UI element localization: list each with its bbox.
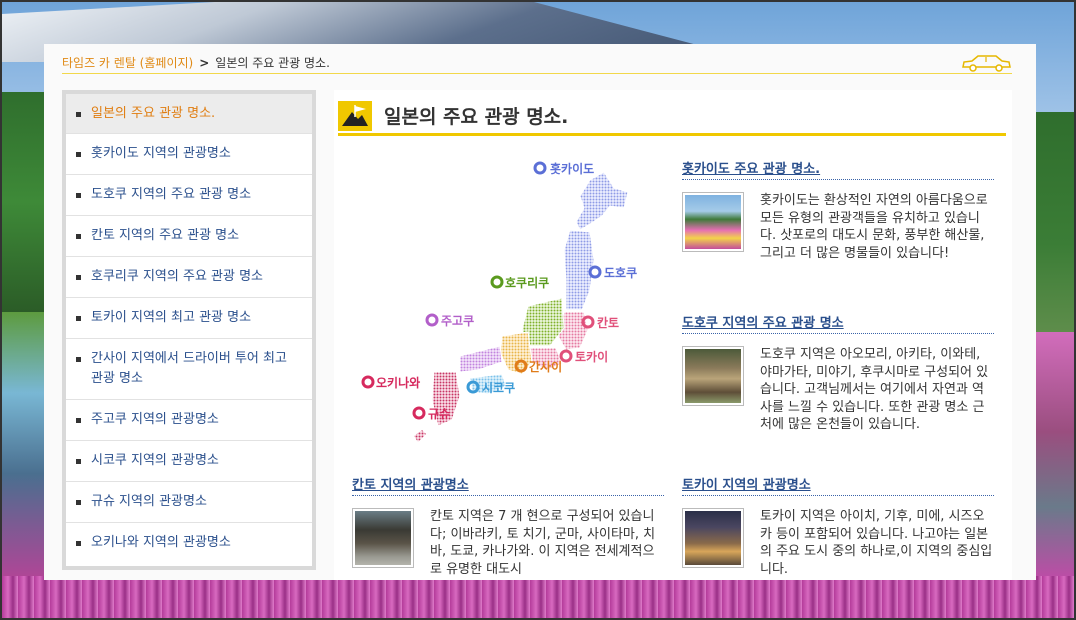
bullet-icon bbox=[76, 357, 81, 362]
section-tohoku-body: 도호쿠 지역은 아오모리, 아키타, 이와테, 야마가타, 미야기, 후쿠시마로… bbox=[682, 346, 994, 434]
map-label-kyushu[interactable]: 규슈 bbox=[412, 406, 450, 421]
kanto-thumbnail[interactable] bbox=[352, 508, 414, 568]
sidebar-item-tokai[interactable]: 토카이 지역의 최고 관광 명소 bbox=[66, 298, 312, 339]
section-kanto-text: 칸토 지역은 7 개 현으로 구성되어 있습니다; 이바라키, 토 치기, 군마… bbox=[430, 509, 656, 577]
map-label-tohoku[interactable]: 도호쿠 bbox=[588, 265, 637, 280]
content-area: 일본의 주요 관광 명소. 홋카이도 도호쿠 호쿠리쿠 칸토 주고쿠 토카이 간… bbox=[334, 90, 1012, 580]
car-icon bbox=[962, 55, 1011, 72]
sidebar-item-label: 간사이 지역에서 드라이버 투어 최고 관광 명소 bbox=[91, 351, 287, 386]
section-tokai-body: 토카이 지역은 아이치, 기후, 미에, 시즈오카 등이 포함되어 있습니다. … bbox=[682, 508, 994, 578]
map-region-hokkaido[interactable] bbox=[575, 171, 629, 231]
sidebar-item-label: 규슈 지역의 관광명소 bbox=[91, 494, 207, 509]
background-flowers-bottom bbox=[2, 576, 1074, 618]
background-trees-right bbox=[1032, 112, 1074, 332]
page-title: 일본의 주요 관광 명소. bbox=[384, 106, 569, 128]
section-tokai-heading[interactable]: 토카이 지역의 관광명소 bbox=[682, 474, 994, 496]
section-kanto-body: 칸토 지역은 7 개 현으로 구성되어 있습니다; 이바라키, 토 치기, 군마… bbox=[352, 508, 664, 578]
background-flowers-left bbox=[2, 312, 46, 582]
map-region-okinawa[interactable] bbox=[414, 430, 426, 442]
map-label-hokkaido-text: 홋카이도 bbox=[550, 161, 594, 176]
section-hokkaido: 홋카이도 주요 관광 명소. 홋카이도는 환상적인 자연의 아름다움으로 모든 … bbox=[682, 158, 994, 262]
tokai-thumbnail[interactable] bbox=[682, 508, 744, 568]
hokkaido-thumbnail[interactable] bbox=[682, 192, 744, 252]
map-label-hokkaido[interactable]: 홋카이도 bbox=[533, 161, 594, 176]
sidebar-item-kansai[interactable]: 간사이 지역에서 드라이버 투어 최고 관광 명소 bbox=[66, 339, 312, 400]
background-flowers-right bbox=[1032, 332, 1074, 582]
map-label-kanto[interactable]: 칸토 bbox=[581, 315, 619, 330]
sidebar-item-okinawa[interactable]: 오키나와 지역의 관광명소 bbox=[66, 523, 312, 564]
section-hokkaido-heading[interactable]: 홋카이도 주요 관광 명소. bbox=[682, 158, 994, 180]
sidebar-item-kyushu[interactable]: 규슈 지역의 관광명소 bbox=[66, 482, 312, 523]
sidebar-item-tohoku[interactable]: 도호쿠 지역의 주요 관광 명소 bbox=[66, 175, 312, 216]
content-title-bar: 일본의 주요 관광 명소. bbox=[338, 98, 1006, 136]
bullet-icon bbox=[76, 459, 81, 464]
main-panel: 타임즈 카 렌탈 (홈페이지) > 일본의 주요 관광 명소. 일본의 주요 관… bbox=[44, 44, 1036, 580]
breadcrumb-home-link[interactable]: 타임즈 카 렌탈 (홈페이지) bbox=[62, 54, 193, 71]
section-kanto: 칸토 지역의 관광명소 칸토 지역은 7 개 현으로 구성되어 있습니다; 이바… bbox=[352, 474, 664, 578]
map-label-tokai[interactable]: 토카이 bbox=[559, 349, 608, 364]
map-label-chugoku[interactable]: 주고쿠 bbox=[425, 313, 474, 328]
mountain-flag-icon bbox=[338, 100, 372, 131]
bullet-icon bbox=[76, 500, 81, 505]
map-label-okinawa-text: 오키나와 bbox=[376, 375, 420, 390]
sidebar-item-label: 도호쿠 지역의 주요 관광 명소 bbox=[91, 187, 252, 202]
map-label-hokuriku-text: 호쿠리쿠 bbox=[505, 275, 549, 290]
map-label-kanto-text: 칸토 bbox=[597, 315, 619, 330]
background-trees-left bbox=[2, 92, 46, 312]
sidebar-item-label: 일본의 주요 관광 명소. bbox=[91, 106, 216, 121]
section-hokkaido-body: 홋카이도는 환상적인 자연의 아름다움으로 모든 유형의 관광객들을 유치하고 … bbox=[682, 192, 994, 262]
map-label-tokai-text: 토카이 bbox=[575, 349, 608, 364]
map-label-shikoku-text: 시코쿠 bbox=[482, 381, 515, 395]
sidebar-item-label: 홋카이도 지역의 관광명소 bbox=[91, 146, 231, 161]
bullet-icon bbox=[76, 152, 81, 157]
section-tohoku-heading[interactable]: 도호쿠 지역의 주요 관광 명소 bbox=[682, 312, 994, 334]
sidebar-item-label: 토카이 지역의 최고 관광 명소 bbox=[91, 310, 252, 325]
bullet-icon bbox=[76, 275, 81, 280]
bullet-icon bbox=[76, 193, 81, 198]
section-tokai: 토카이 지역의 관광명소 토카이 지역은 아이치, 기후, 미에, 시즈오카 등… bbox=[682, 474, 994, 578]
sidebar-item-label: 칸토 지역의 주요 관광 명소 bbox=[91, 228, 240, 243]
sidebar: 일본의 주요 관광 명소. 홋카이도 지역의 관광명소 도호쿠 지역의 주요 관… bbox=[62, 90, 316, 570]
sidebar-item-japan-main[interactable]: 일본의 주요 관광 명소. bbox=[66, 94, 312, 134]
sidebar-menu: 일본의 주요 관광 명소. 홋카이도 지역의 관광명소 도호쿠 지역의 주요 관… bbox=[66, 94, 312, 566]
sidebar-item-shikoku[interactable]: 시코쿠 지역의 관광명소 bbox=[66, 441, 312, 482]
background-frame: 타임즈 카 렌탈 (홈페이지) > 일본의 주요 관광 명소. 일본의 주요 관… bbox=[0, 0, 1076, 620]
map-label-kyushu-text: 규슈 bbox=[428, 407, 450, 421]
bullet-icon bbox=[76, 418, 81, 423]
bullet-icon bbox=[76, 234, 81, 239]
section-tokai-text: 토카이 지역은 아이치, 기후, 미에, 시즈오카 등이 포함되어 있습니다. … bbox=[760, 509, 993, 577]
sidebar-item-hokuriku[interactable]: 호쿠리쿠 지역의 주요 관광 명소 bbox=[66, 257, 312, 298]
map-label-hokuriku[interactable]: 호쿠리쿠 bbox=[490, 275, 549, 290]
breadcrumb-separator: > bbox=[199, 55, 210, 70]
sidebar-item-label: 오키나와 지역의 관광명소 bbox=[91, 535, 231, 550]
map-label-kansai-text: 간사이 bbox=[529, 359, 562, 374]
map-label-okinawa[interactable]: 오키나와 bbox=[361, 375, 420, 390]
map-region-chugoku[interactable] bbox=[459, 345, 503, 373]
tohoku-thumbnail[interactable] bbox=[682, 346, 744, 406]
map-label-chugoku-text: 주고쿠 bbox=[441, 314, 474, 328]
sidebar-item-label: 호쿠리쿠 지역의 주요 관광 명소 bbox=[91, 269, 264, 284]
section-kanto-heading[interactable]: 칸토 지역의 관광명소 bbox=[352, 474, 664, 496]
bullet-icon bbox=[76, 316, 81, 321]
bullet-icon bbox=[76, 112, 81, 117]
sidebar-item-kanto[interactable]: 칸토 지역의 주요 관광 명소 bbox=[66, 216, 312, 257]
breadcrumb: 타임즈 카 렌탈 (홈페이지) > 일본의 주요 관광 명소. bbox=[62, 52, 1012, 74]
section-tohoku-text: 도호쿠 지역은 아오모리, 아키타, 이와테, 야마가타, 미야기, 후쿠시마로… bbox=[760, 347, 989, 432]
map-label-tohoku-text: 도호쿠 bbox=[604, 266, 637, 280]
japan-region-map: 홋카이도 도호쿠 호쿠리쿠 칸토 주고쿠 토카이 간사이 오키나와 시코쿠 규슈 bbox=[361, 161, 637, 442]
sidebar-item-hokkaido[interactable]: 홋카이도 지역의 관광명소 bbox=[66, 134, 312, 175]
section-tohoku: 도호쿠 지역의 주요 관광 명소 도호쿠 지역은 아오모리, 아키타, 이와테,… bbox=[682, 312, 994, 434]
bullet-icon bbox=[76, 541, 81, 546]
sidebar-item-label: 주고쿠 지역의 관광명소 bbox=[91, 412, 219, 427]
breadcrumb-current: 일본의 주요 관광 명소. bbox=[215, 56, 330, 70]
section-hokkaido-text: 홋카이도는 환상적인 자연의 아름다움으로 모든 유형의 관광객들을 유치하고 … bbox=[760, 193, 988, 261]
sidebar-item-label: 시코쿠 지역의 관광명소 bbox=[91, 453, 219, 468]
sidebar-item-chugoku[interactable]: 주고쿠 지역의 관광명소 bbox=[66, 400, 312, 441]
